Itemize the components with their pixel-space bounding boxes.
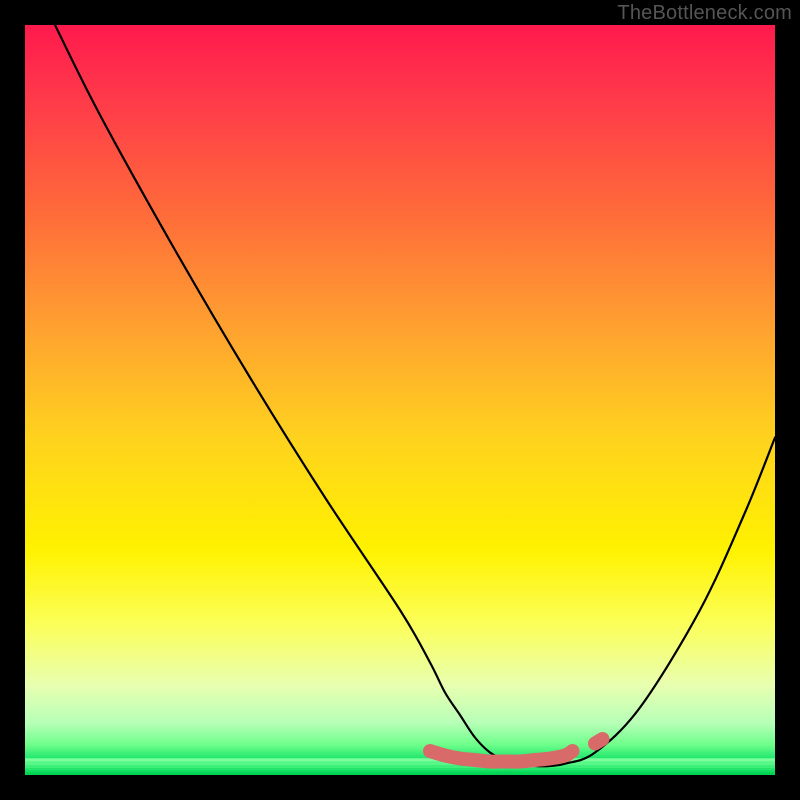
chart-frame: TheBottleneck.com: [0, 0, 800, 800]
attribution-text: TheBottleneck.com: [617, 2, 792, 25]
highlight-dot: [595, 739, 603, 744]
highlight-band: [430, 751, 573, 762]
plot-area: [25, 25, 775, 775]
green-stripes: [25, 760, 775, 775]
bottleneck-curve: [55, 25, 775, 766]
chart-svg: [25, 25, 775, 775]
